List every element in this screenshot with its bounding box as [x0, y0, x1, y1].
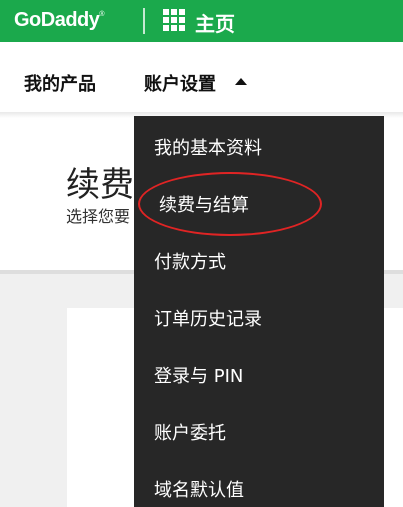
menu-item-order-history[interactable]: 订单历史记录: [154, 305, 262, 331]
menu-item-domain-defaults[interactable]: 域名默认值: [154, 476, 244, 502]
home-link[interactable]: 主页: [195, 8, 235, 37]
menu-item-basic-profile[interactable]: 我的基本资料: [154, 134, 262, 160]
nav-account-settings[interactable]: 账户设置: [144, 70, 216, 96]
menu-item-renewals-billing[interactable]: 续费与结算: [159, 191, 249, 217]
menu-item-login-pin[interactable]: 登录与 PIN: [154, 362, 243, 388]
logo-text: GoDaddy: [14, 9, 100, 31]
caret-up-icon[interactable]: [235, 78, 247, 85]
menu-item-payment-methods[interactable]: 付款方式: [154, 248, 226, 274]
header-divider: [143, 8, 145, 34]
nav-my-products[interactable]: 我的产品: [24, 70, 96, 96]
apps-grid-icon[interactable]: [163, 9, 185, 31]
top-bar: GoDaddy® 主页: [0, 0, 403, 42]
secondary-nav: 我的产品 账户设置: [0, 42, 403, 118]
menu-item-account-delegation[interactable]: 账户委托: [154, 419, 226, 445]
registered-mark: ®: [99, 11, 105, 18]
page-title: 续费: [66, 165, 134, 205]
page-subtitle: 选择您要: [66, 207, 131, 226]
godaddy-logo[interactable]: GoDaddy®: [14, 9, 105, 32]
account-settings-dropdown: 我的基本资料 续费与结算 付款方式 订单历史记录 登录与 PIN 账户委托 域名…: [134, 116, 384, 507]
